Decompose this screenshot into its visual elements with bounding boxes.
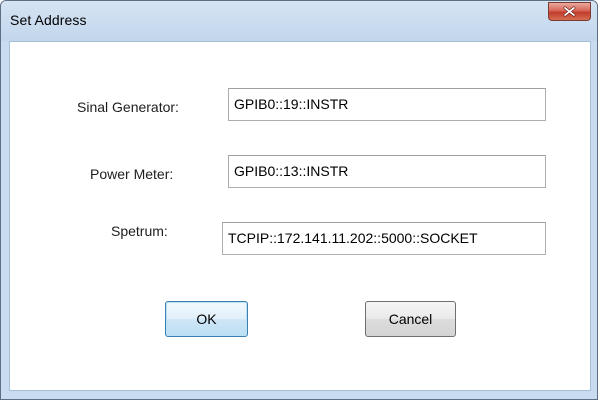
signal-generator-address-field[interactable]: GPIB0::19::INSTR bbox=[228, 88, 546, 121]
set-address-dialog: Set Address Sinal Generator: GPIB0::19::… bbox=[0, 0, 598, 400]
dialog-content: Sinal Generator: GPIB0::19::INSTR Power … bbox=[9, 41, 591, 391]
dialog-title: Set Address bbox=[10, 12, 87, 28]
close-icon bbox=[563, 6, 576, 17]
spectrum-label: Spetrum: bbox=[111, 223, 168, 239]
page: Set Address Sinal Generator: GPIB0::19::… bbox=[0, 0, 600, 407]
cancel-button[interactable]: Cancel bbox=[365, 301, 456, 337]
signal-generator-label: Sinal Generator: bbox=[77, 99, 179, 115]
spectrum-address-field[interactable]: TCPIP::172.141.11.202::5000::SOCKET bbox=[222, 222, 546, 255]
ok-button[interactable]: OK bbox=[165, 301, 248, 337]
close-button[interactable] bbox=[548, 2, 591, 21]
power-meter-label: Power Meter: bbox=[90, 166, 174, 182]
background-strip bbox=[0, 400, 600, 407]
title-bar[interactable]: Set Address bbox=[1, 1, 597, 41]
power-meter-address-field[interactable]: GPIB0::13::INSTR bbox=[228, 155, 546, 188]
